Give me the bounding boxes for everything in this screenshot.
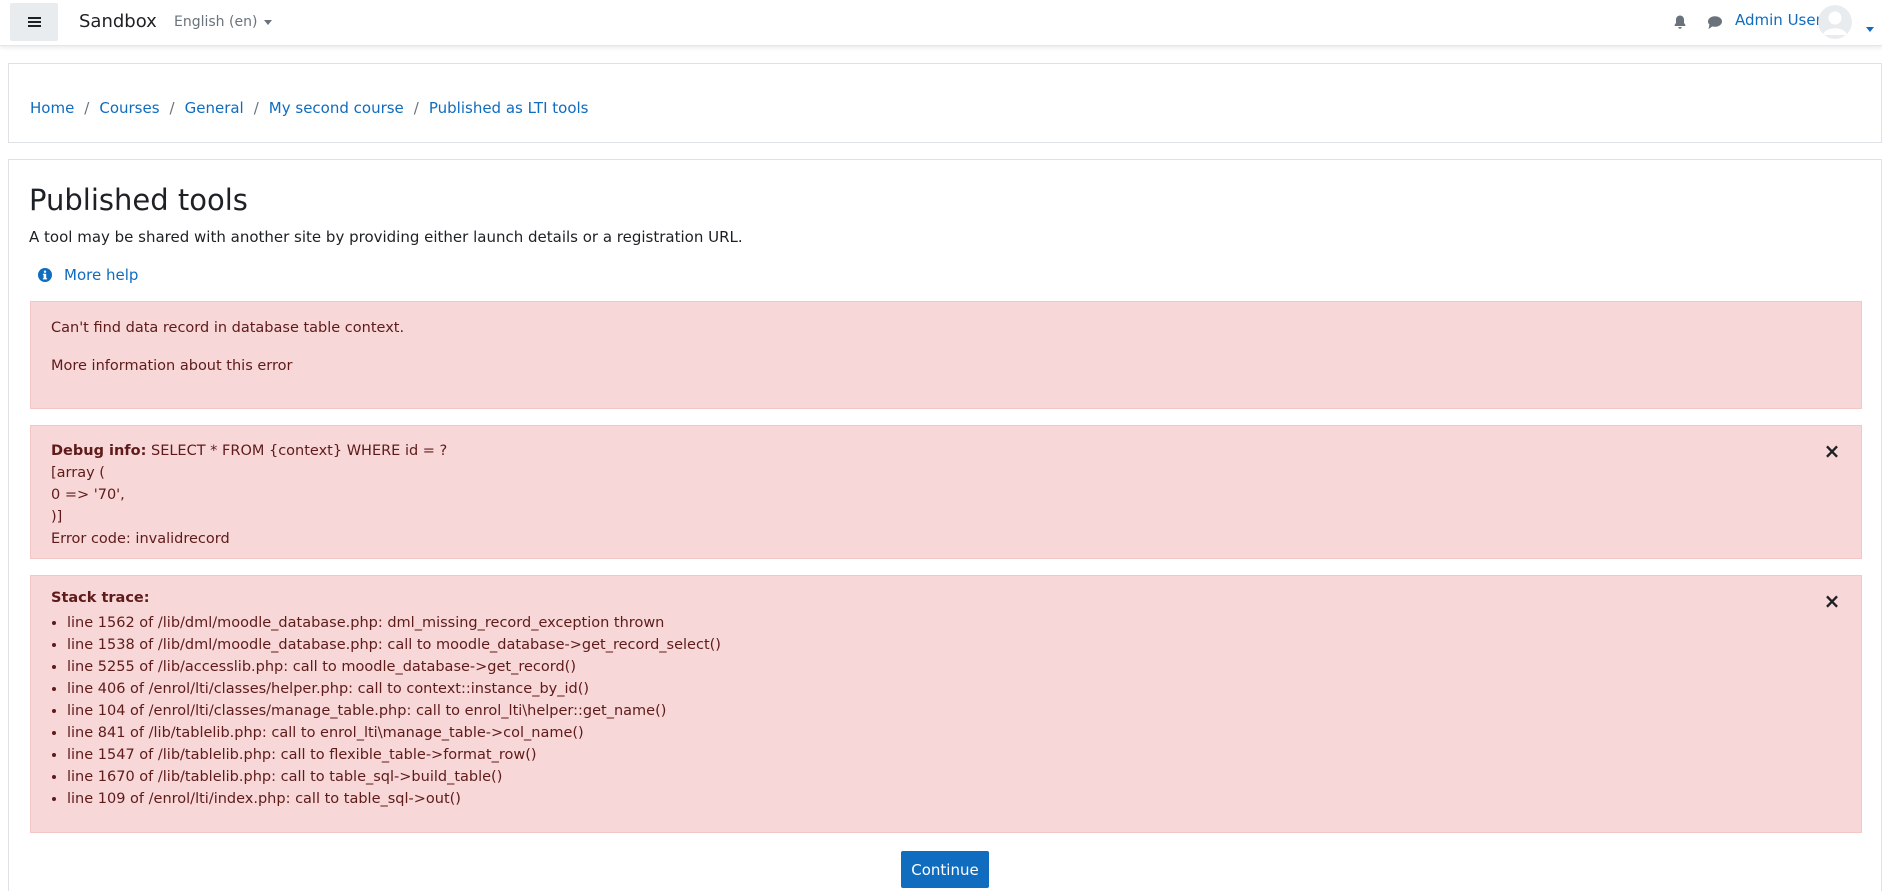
chevron-down-icon bbox=[1866, 27, 1874, 32]
more-help-label: More help bbox=[64, 266, 139, 284]
language-menu[interactable]: English (en) bbox=[174, 14, 273, 30]
stack-trace-alert: Stack trace: line 1562 of /lib/dml/moodl… bbox=[30, 575, 1862, 833]
breadcrumb: Home / Courses / General / My second cou… bbox=[30, 99, 588, 117]
stack-trace-item: line 104 of /enrol/lti/classes/manage_ta… bbox=[67, 700, 721, 722]
debug-info-content: Debug info: SELECT * FROM {context} WHER… bbox=[51, 440, 447, 550]
more-help-link[interactable]: More help bbox=[38, 266, 138, 284]
stack-trace-item: line 109 of /enrol/lti/index.php: call t… bbox=[67, 788, 721, 810]
debug-info-label: Debug info: bbox=[51, 443, 147, 459]
breadcrumb-item-published-as-lti-tools[interactable]: Published as LTI tools bbox=[429, 99, 589, 117]
breadcrumb-item-general[interactable]: General bbox=[185, 99, 244, 117]
chat-icon[interactable] bbox=[1707, 15, 1723, 30]
breadcrumb-item-home[interactable]: Home bbox=[30, 99, 74, 117]
error-alert: Can't find data record in database table… bbox=[30, 301, 1862, 409]
stack-trace-item: line 5255 of /lib/accesslib.php: call to… bbox=[67, 656, 721, 678]
bell-icon[interactable] bbox=[1672, 14, 1688, 30]
debug-info-alert: Debug info: SELECT * FROM {context} WHER… bbox=[30, 425, 1862, 559]
stack-trace-item: line 1562 of /lib/dml/moodle_database.ph… bbox=[67, 612, 721, 634]
breadcrumb-separator: / bbox=[169, 99, 175, 117]
user-menu-name[interactable]: Admin User bbox=[1735, 11, 1822, 29]
error-message: Can't find data record in database table… bbox=[51, 320, 405, 336]
info-icon bbox=[38, 268, 52, 282]
chevron-down-icon bbox=[264, 19, 273, 25]
page-description: A tool may be shared with another site b… bbox=[29, 228, 743, 246]
breadcrumb-card: Home / Courses / General / My second cou… bbox=[8, 63, 1882, 143]
breadcrumb-item-my-second-course[interactable]: My second course bbox=[269, 99, 404, 117]
debug-line: )] bbox=[51, 509, 63, 525]
user-menu-toggle[interactable] bbox=[1866, 18, 1874, 36]
breadcrumb-item-courses[interactable]: Courses bbox=[99, 99, 159, 117]
stack-trace-item: line 1670 of /lib/tablelib.php: call to … bbox=[67, 766, 721, 788]
stack-trace-title: Stack trace: bbox=[51, 590, 150, 606]
debug-line: 0 => '70', bbox=[51, 487, 125, 503]
stack-trace-list: line 1562 of /lib/dml/moodle_database.ph… bbox=[51, 612, 721, 810]
continue-button[interactable]: Continue bbox=[901, 851, 989, 888]
stack-trace-item: line 841 of /lib/tablelib.php: call to e… bbox=[67, 722, 721, 744]
main-content-card: Published tools A tool may be shared wit… bbox=[8, 159, 1882, 891]
breadcrumb-separator: / bbox=[413, 99, 419, 117]
debug-query: SELECT * FROM {context} WHERE id = ? bbox=[146, 443, 448, 459]
debug-line: [array ( bbox=[51, 465, 105, 481]
debug-error-code: Error code: invalidrecord bbox=[51, 531, 230, 547]
language-label: English (en) bbox=[174, 14, 258, 30]
drawer-toggle-button[interactable] bbox=[10, 3, 58, 41]
breadcrumb-separator: / bbox=[253, 99, 259, 117]
stack-trace-item: line 1547 of /lib/tablelib.php: call to … bbox=[67, 744, 721, 766]
site-name-link[interactable]: Sandbox bbox=[79, 11, 157, 32]
close-icon[interactable]: × bbox=[1823, 591, 1841, 611]
avatar-icon[interactable] bbox=[1818, 5, 1852, 39]
top-navbar: Sandbox English (en) Admin User bbox=[0, 0, 1882, 46]
error-more-info-link[interactable]: More information about this error bbox=[51, 358, 292, 374]
stack-trace-item: line 406 of /enrol/lti/classes/helper.ph… bbox=[67, 678, 721, 700]
breadcrumb-separator: / bbox=[84, 99, 90, 117]
page-title: Published tools bbox=[29, 183, 248, 217]
stack-trace-item: line 1538 of /lib/dml/moodle_database.ph… bbox=[67, 634, 721, 656]
hamburger-icon bbox=[27, 15, 41, 29]
close-icon[interactable]: × bbox=[1823, 441, 1841, 461]
